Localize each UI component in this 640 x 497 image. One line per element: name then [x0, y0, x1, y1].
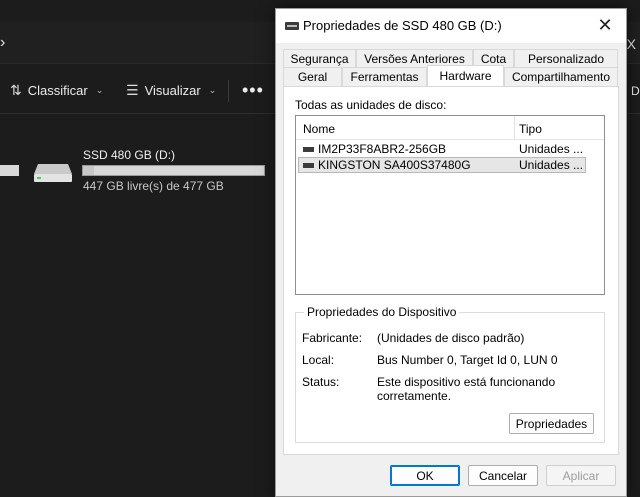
column-header-type[interactable]: Tipo	[519, 122, 542, 136]
status-label: Status:	[302, 375, 340, 389]
properties-dialog: Propriedades de SSD 480 GB (D:) ✕ Segura…	[275, 8, 627, 497]
view-label: Visualizar	[144, 83, 201, 98]
hard-drive-icon[interactable]	[32, 160, 74, 184]
status-value-line2: corretamente.	[377, 389, 452, 403]
column-header-name[interactable]: Nome	[303, 122, 335, 136]
chevron-down-icon: ⌄	[208, 85, 217, 95]
previous-drive-bar	[0, 165, 19, 176]
ok-button[interactable]: OK	[390, 465, 460, 486]
toolbar-overflow-label[interactable]: D	[631, 84, 640, 98]
list-item[interactable]: IM2P33F8ABR2-256GB Unidades ...	[298, 141, 586, 157]
close-button[interactable]: ✕	[592, 13, 618, 37]
chevron-down-icon: ⌄	[95, 85, 104, 95]
disk-type: Unidades ...	[519, 142, 584, 156]
disks-label: Todas as unidades de disco:	[295, 98, 447, 112]
more-options-icon[interactable]: •••	[242, 80, 264, 101]
cancel-button[interactable]: Cancelar	[468, 465, 538, 486]
manufacturer-label: Fabricante:	[302, 331, 363, 345]
list-header: Nome Tipo	[296, 116, 604, 140]
dialog-title: Propriedades de SSD 480 GB (D:)	[303, 18, 502, 33]
list-item-selected[interactable]: KINGSTON SA400S37480G Unidades ...	[298, 157, 586, 173]
tab-security[interactable]: Segurança	[283, 49, 356, 68]
drive-free-space: 447 GB livre(s) de 477 GB	[83, 179, 224, 193]
status-value-line1: Este dispositivo está funcionando	[377, 375, 556, 389]
disk-name: KINGSTON SA400S37480G	[318, 158, 471, 172]
chevron-right-icon[interactable]: ›	[0, 34, 5, 52]
dialog-titlebar[interactable]: Propriedades de SSD 480 GB (D:) ✕	[276, 9, 626, 43]
disk-icon	[303, 163, 314, 168]
disk-list[interactable]: Nome Tipo IM2P33F8ABR2-256GB Unidades ..…	[295, 115, 605, 295]
view-button[interactable]: ☰ Visualizar ⌄	[126, 82, 216, 99]
drive-usage-fill	[83, 166, 94, 175]
tab-hardware[interactable]: Hardware	[427, 65, 504, 86]
location-value: Bus Number 0, Target Id 0, LUN 0	[377, 353, 558, 367]
disk-name: IM2P33F8ABR2-256GB	[318, 142, 447, 156]
tab-sharing[interactable]: Compartilhamento	[504, 67, 618, 86]
apply-button[interactable]: Aplicar	[546, 465, 616, 486]
disk-icon	[303, 147, 314, 152]
location-label: Local:	[302, 353, 335, 367]
tab-tools[interactable]: Ferramentas	[342, 67, 427, 86]
explorer-edge-glyph: X	[626, 36, 636, 52]
sort-label: Classificar	[27, 83, 88, 98]
drive-icon	[285, 22, 299, 30]
column-divider[interactable]	[514, 116, 515, 140]
drive-name[interactable]: SSD 480 GB (D:)	[83, 148, 175, 162]
sort-icon: ⇅	[10, 82, 22, 98]
tab-general[interactable]: Geral	[283, 67, 342, 86]
group-title: Propriedades do Dispositivo	[304, 305, 460, 319]
disk-type: Unidades ...	[519, 158, 584, 172]
sort-button[interactable]: ⇅ Classificar ⌄	[10, 82, 103, 99]
close-icon: ✕	[597, 15, 613, 35]
toolbar-divider	[228, 80, 229, 102]
manufacturer-value: (Unidades de disco padrão)	[377, 331, 525, 345]
device-properties-group: Propriedades do Dispositivo Fabricante: …	[295, 305, 605, 443]
drive-usage-bar	[82, 165, 265, 176]
device-properties-button[interactable]: Propriedades	[509, 413, 594, 434]
tab-customize[interactable]: Personalizado	[514, 49, 618, 68]
view-icon: ☰	[126, 82, 139, 98]
